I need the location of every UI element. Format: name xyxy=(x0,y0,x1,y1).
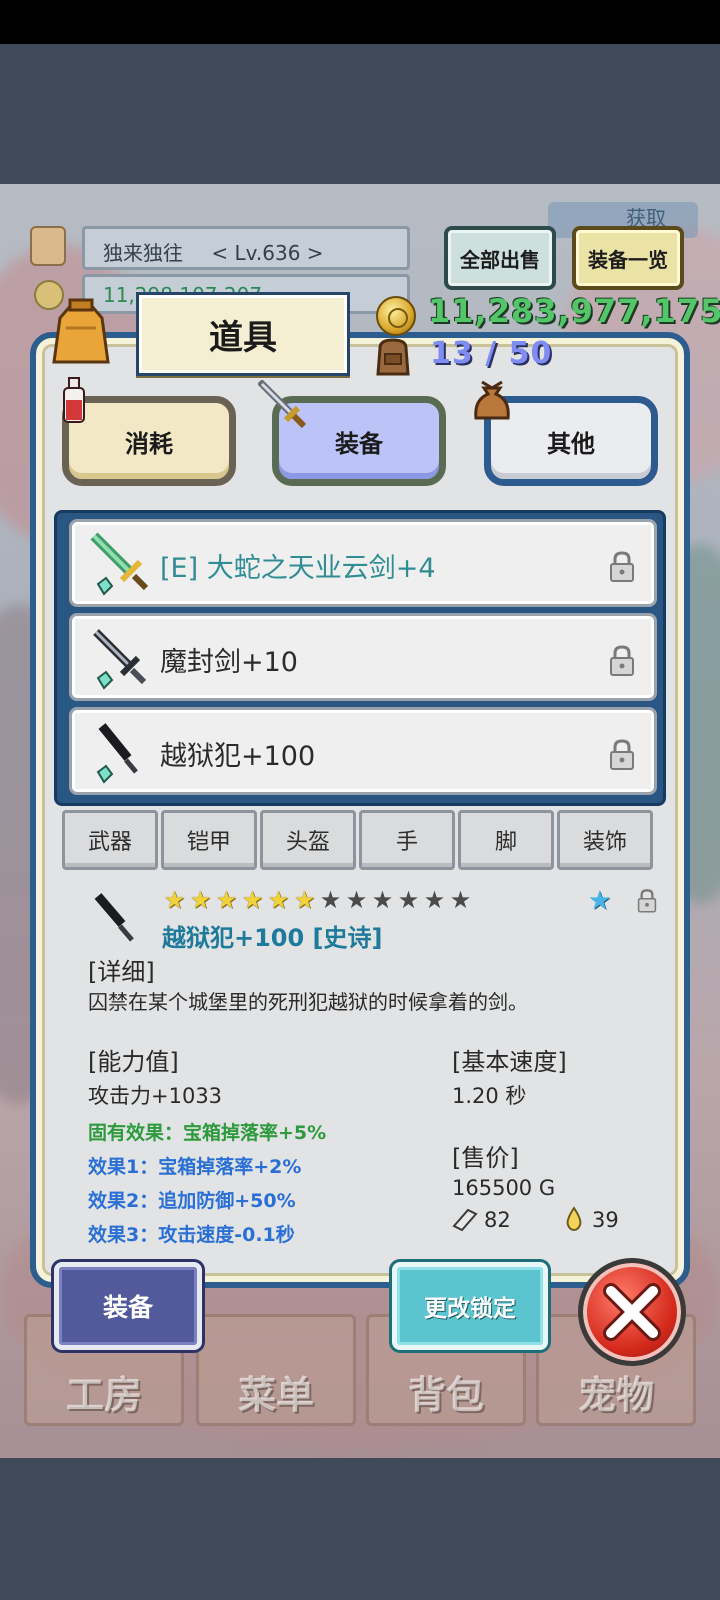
coin-icon xyxy=(376,296,416,336)
star-empty-icon: ★ xyxy=(449,886,472,914)
star-filled-icon: ★ xyxy=(293,886,316,914)
tab-consumables[interactable]: 消耗 xyxy=(62,396,236,486)
base-speed: 1.20 秒 xyxy=(452,1084,527,1108)
backpack-icon xyxy=(376,338,410,376)
list-item[interactable]: 越狱犯+100 xyxy=(69,707,657,795)
sell-all-button[interactable]: 全部出售 xyxy=(444,226,556,290)
whetstone-icon xyxy=(452,1208,478,1232)
close-button[interactable] xyxy=(578,1258,686,1366)
top-letterbox xyxy=(0,44,720,184)
filter-helmet[interactable]: 头盔 xyxy=(260,810,356,870)
player-name-bar: 独来独往 < Lv.636 > xyxy=(82,226,410,270)
star-filled-icon: ★ xyxy=(163,886,186,914)
star-filled-icon: ★ xyxy=(267,886,290,914)
rarity-stars: ★ ★ ★ ★ ★ ★ ★ ★ ★ ★ ★ ★ xyxy=(162,888,473,913)
bottom-letterbox xyxy=(0,1458,720,1600)
escaped-prisoner-knife-icon xyxy=(96,723,138,784)
player-avatar xyxy=(30,226,66,266)
filter-weapon[interactable]: 武器 xyxy=(62,810,158,870)
item-name: 越狱犯+100 xyxy=(160,741,316,772)
inventory-capacity: 13 / 50 xyxy=(430,336,553,371)
favorite-star-icon[interactable]: ★ xyxy=(588,886,611,916)
nav-menu[interactable]: 菜单 xyxy=(196,1314,356,1426)
item-list: [E] 大蛇之天业云剑+4 魔封剑+10 越狱犯+100 xyxy=(54,510,666,806)
panel-title: 道具 xyxy=(136,292,350,376)
star-filled-icon: ★ xyxy=(189,886,212,914)
potion-icon xyxy=(63,377,85,423)
filter-hand[interactable]: 手 xyxy=(359,810,455,870)
tab-consumables-label: 消耗 xyxy=(125,429,173,458)
star-empty-icon: ★ xyxy=(397,886,420,914)
status-bar xyxy=(0,0,720,44)
demon-seal-sword-icon xyxy=(93,629,147,690)
price-section-title: [售价] xyxy=(452,1144,519,1172)
selected-item-name: 越狱犯+100 [史诗] xyxy=(162,924,383,952)
equip-button[interactable]: 装备 xyxy=(54,1262,202,1350)
close-icon xyxy=(603,1283,661,1341)
sword-icon xyxy=(258,380,307,429)
material-count: 82 xyxy=(484,1208,511,1232)
list-item[interactable]: 魔封剑+10 xyxy=(69,613,657,701)
effect-2: 效果2：追加防御+50% xyxy=(88,1190,296,1212)
star-empty-icon: ★ xyxy=(371,886,394,914)
oil-drop-icon xyxy=(566,1206,582,1232)
item-name: [E] 大蛇之天业云剑+4 xyxy=(160,553,436,584)
star-empty-icon: ★ xyxy=(423,886,446,914)
change-lock-button[interactable]: 更改锁定 xyxy=(392,1262,548,1350)
player-level: < Lv.636 > xyxy=(211,241,324,265)
star-empty-icon: ★ xyxy=(345,886,368,914)
bag-icon xyxy=(52,298,110,364)
effect-1: 效果1：宝箱掉落率+2% xyxy=(88,1156,302,1178)
lock-icon[interactable] xyxy=(608,738,636,772)
gold-amount: 11,283,977,175 xyxy=(428,292,720,330)
lock-icon[interactable] xyxy=(608,550,636,584)
list-item[interactable]: [E] 大蛇之天业云剑+4 xyxy=(69,519,657,607)
star-filled-icon: ★ xyxy=(215,886,238,914)
filter-foot[interactable]: 脚 xyxy=(458,810,554,870)
sell-price: 165500 G xyxy=(452,1176,556,1200)
equipment-list-button[interactable]: 装备一览 xyxy=(572,226,684,290)
detail-section-title: [详细] xyxy=(88,958,155,986)
speed-section-title: [基本速度] xyxy=(452,1048,567,1076)
star-filled-icon: ★ xyxy=(241,886,264,914)
pouch-icon xyxy=(474,380,510,420)
tab-equipment-label: 装备 xyxy=(335,429,383,458)
effect-3: 效果3：攻击速度-0.1秒 xyxy=(88,1224,295,1246)
lock-icon[interactable] xyxy=(608,644,636,678)
detail-lock-icon[interactable] xyxy=(636,888,658,914)
stats-section-title: [能力值] xyxy=(88,1048,179,1076)
serpent-sword-icon xyxy=(90,532,149,596)
drop-count: 39 xyxy=(592,1208,619,1232)
player-name: 独来独往 xyxy=(103,241,183,265)
inherent-effect: 固有效果：宝箱掉落率+5% xyxy=(88,1122,327,1144)
star-empty-icon: ★ xyxy=(319,886,342,914)
selected-item-icon xyxy=(94,893,134,942)
filter-armor[interactable]: 铠甲 xyxy=(161,810,257,870)
filter-accessory[interactable]: 装饰 xyxy=(557,810,653,870)
item-description: 囚禁在某个城堡里的死刑犯越狱的时候拿着的剑。 xyxy=(88,990,528,1014)
attack-stat: 攻击力+1033 xyxy=(88,1084,223,1108)
item-name: 魔封剑+10 xyxy=(160,647,298,678)
tab-other-label: 其他 xyxy=(547,429,595,458)
